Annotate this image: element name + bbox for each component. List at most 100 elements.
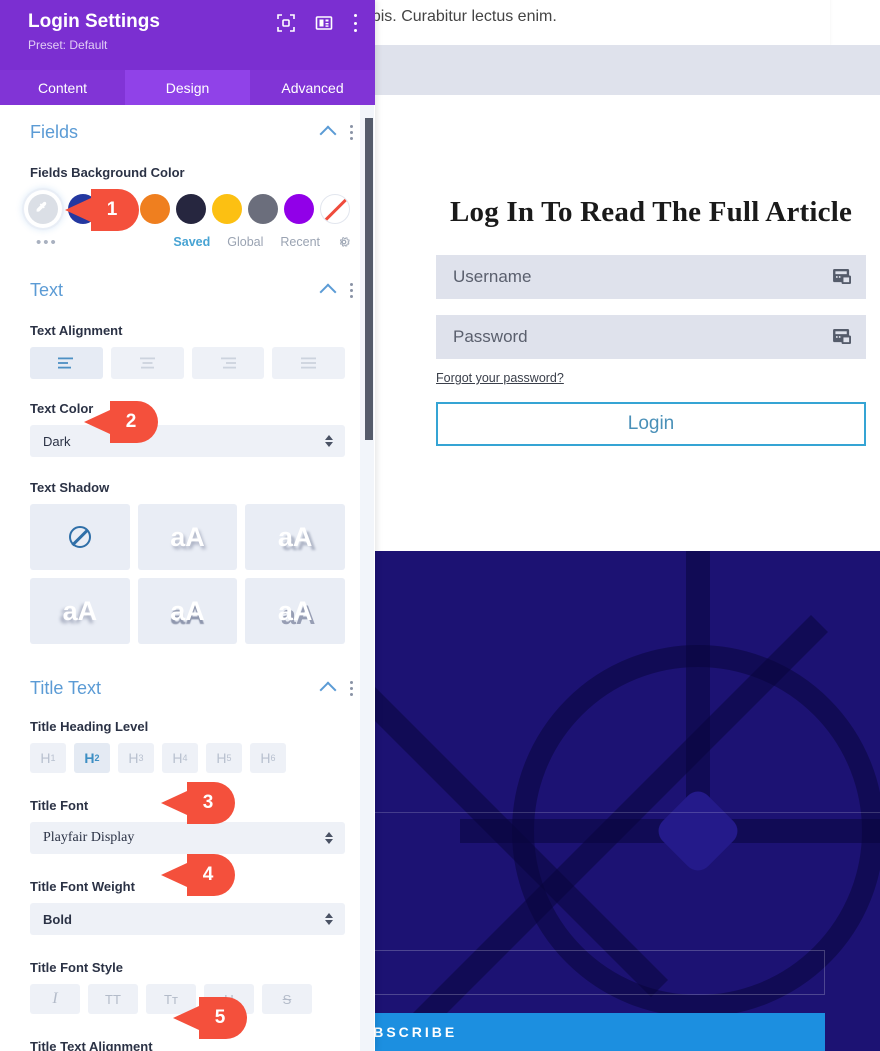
shadow-preview-text: aA: [170, 521, 205, 552]
title-font-select[interactable]: Playfair Display: [30, 822, 345, 854]
text-align-justify-button[interactable]: [272, 347, 345, 379]
color-tab-global[interactable]: Global: [227, 235, 263, 249]
title-font-weight-value: Bold: [43, 911, 72, 927]
text-alignment-group: [0, 347, 375, 379]
label-text-shadow: Text Shadow: [30, 480, 110, 495]
tab-content[interactable]: Content: [0, 70, 125, 105]
text-align-right-button[interactable]: [191, 347, 265, 379]
shadow-preview-text: aA: [277, 521, 313, 552]
text-shadow-group: aA aA aA aA aA: [0, 504, 375, 644]
h-letter: H: [216, 750, 227, 766]
panel-body: Fields Fields Background Color ••• Saved…: [0, 105, 375, 1051]
h-number: 3: [138, 753, 144, 763]
label-fields-background-color: Fields Background Color: [30, 165, 185, 180]
heading-level-h5-button[interactable]: H5: [206, 743, 242, 773]
section-header-text[interactable]: Text: [0, 271, 375, 309]
text-shadow-offset-button[interactable]: aA: [245, 578, 345, 644]
kebab-menu-icon[interactable]: [350, 124, 353, 140]
swatch-dark-navy[interactable]: [176, 194, 206, 224]
select-spinner-icon: [325, 913, 333, 925]
text-align-center-button[interactable]: [110, 347, 184, 379]
h-letter: H: [260, 750, 271, 766]
password-field[interactable]: Password: [436, 315, 866, 359]
username-field[interactable]: Username: [436, 255, 866, 299]
text-shadow-bottom-button[interactable]: aA: [137, 578, 238, 644]
chevron-up-icon[interactable]: [319, 283, 337, 301]
shadow-preview-text: aA: [277, 595, 313, 626]
section-title-fields: Fields: [30, 121, 79, 142]
color-tab-saved[interactable]: Saved: [173, 235, 210, 249]
gear-icon[interactable]: [337, 235, 351, 249]
module-settings-panel: Login Settings Preset: Default Content D…: [0, 0, 375, 1051]
eyedropper-icon: [36, 201, 47, 212]
heading-level-h6-button[interactable]: H6: [250, 743, 286, 773]
section-header-fields[interactable]: Fields: [0, 113, 375, 151]
panel-header-actions: [277, 14, 357, 32]
section-title-text: Text: [30, 279, 64, 300]
heading-level-h2-button[interactable]: H2: [74, 743, 110, 773]
chevron-up-icon[interactable]: [319, 125, 337, 143]
swatch-orange[interactable]: [140, 194, 170, 224]
align-justify-icon: [301, 357, 317, 369]
section-header-title-text[interactable]: Title Text: [0, 669, 375, 707]
title-font-weight-select[interactable]: Bold: [30, 903, 345, 935]
select-spinner-icon: [325, 435, 333, 447]
swatch-navy-blue[interactable]: [68, 194, 98, 224]
text-shadow-soft-right-button[interactable]: aA: [137, 504, 238, 570]
h-number: 6: [270, 753, 276, 763]
no-shadow-icon: [68, 526, 91, 548]
heading-level-h1-button[interactable]: H1: [30, 743, 66, 773]
text-shadow-hard-right-button[interactable]: aA: [245, 504, 345, 570]
swatch-gray[interactable]: [248, 194, 278, 224]
preset-selector[interactable]: Preset: Default: [28, 38, 375, 52]
heading-level-h4-button[interactable]: H4: [162, 743, 198, 773]
more-colors-button[interactable]: •••: [36, 234, 58, 251]
focus-frame-icon[interactable]: [277, 14, 295, 32]
label-title-font: Title Font: [30, 798, 89, 813]
username-placeholder: Username: [453, 267, 532, 286]
h-letter: H: [172, 750, 183, 766]
title-font-style-group: I TT Tт U S: [0, 984, 375, 1014]
font-style-strikethrough-button[interactable]: S: [262, 984, 312, 1014]
font-style-uppercase-button[interactable]: TT: [88, 984, 138, 1014]
align-right-icon: [221, 357, 237, 369]
font-style-small-caps-button[interactable]: Tт: [146, 984, 196, 1014]
font-style-italic-button[interactable]: I: [30, 984, 80, 1014]
text-color-select-wrap: Dark: [0, 425, 375, 457]
title-heading-level-group: H1 H2 H3 H4 H5 H6: [0, 743, 375, 773]
kebab-menu-icon[interactable]: [350, 680, 353, 696]
label-text-alignment: Text Alignment: [30, 323, 123, 338]
panel-scrollbar-thumb[interactable]: [365, 118, 373, 440]
eyedropper-picker-swatch[interactable]: [28, 194, 58, 224]
forgot-password-link[interactable]: Forgot your password?: [436, 371, 564, 385]
h-number: 5: [226, 753, 232, 763]
section-title-title-text: Title Text: [30, 677, 102, 698]
text-shadow-none-button[interactable]: [30, 504, 130, 570]
text-align-left-button[interactable]: [30, 347, 103, 379]
heading-level-h3-button[interactable]: H3: [118, 743, 154, 773]
login-button[interactable]: Login: [436, 402, 866, 446]
swatch-yellow[interactable]: [212, 194, 242, 224]
font-style-underline-button[interactable]: U: [204, 984, 254, 1014]
chevron-up-icon[interactable]: [319, 681, 337, 699]
layout-panel-icon[interactable]: [315, 14, 333, 32]
kebab-menu-icon[interactable]: [353, 14, 357, 32]
text-shadow-left-button[interactable]: aA: [30, 578, 130, 644]
h-number: 1: [50, 753, 56, 763]
text-color-select[interactable]: Dark: [30, 425, 345, 457]
h-letter: H: [40, 750, 51, 766]
swatch-purple[interactable]: [284, 194, 314, 224]
swatch-salmon[interactable]: [104, 194, 134, 224]
tab-advanced[interactable]: Advanced: [250, 70, 375, 105]
label-title-font-weight: Title Font Weight: [30, 879, 135, 894]
align-left-icon: [57, 357, 73, 369]
label-text-color: Text Color: [30, 401, 94, 416]
title-font-value: Playfair Display: [43, 830, 135, 845]
kebab-menu-icon[interactable]: [350, 282, 353, 298]
text-color-value: Dark: [43, 433, 71, 449]
panel-scrollbar-track[interactable]: [360, 105, 374, 1051]
color-tab-recent[interactable]: Recent: [280, 235, 320, 249]
panel-tabs: Content Design Advanced: [0, 70, 375, 105]
swatch-none[interactable]: [320, 194, 350, 224]
tab-design[interactable]: Design: [125, 70, 250, 105]
